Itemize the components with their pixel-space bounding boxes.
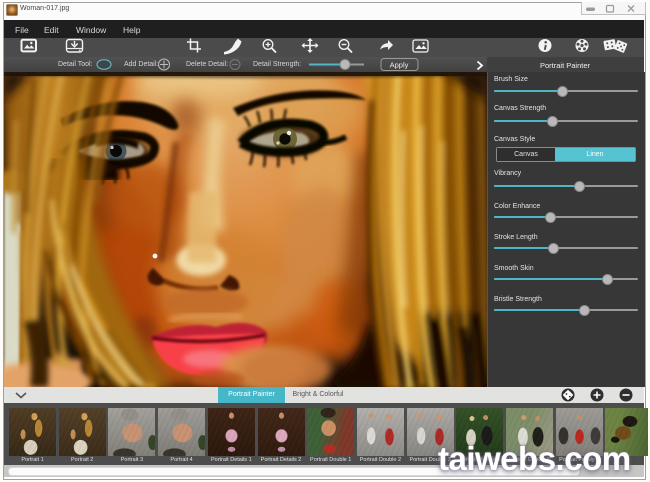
svg-text:Apply: Apply <box>390 61 409 70</box>
